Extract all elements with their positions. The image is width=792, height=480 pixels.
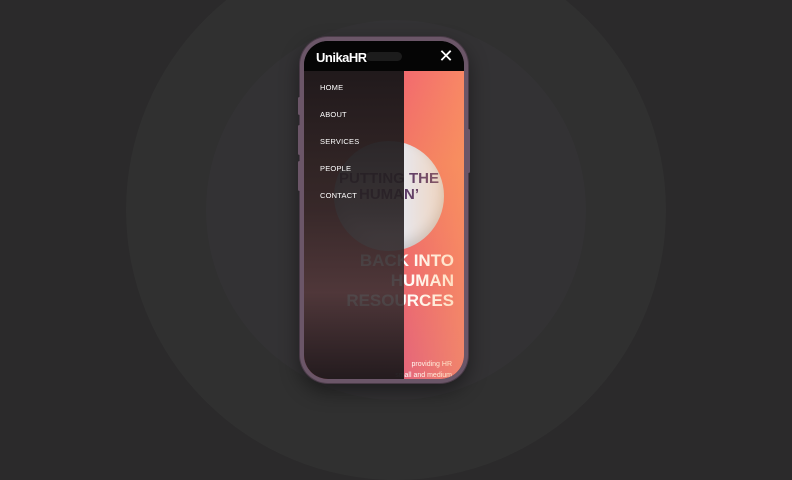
menu-item-people[interactable]: PEOPLE: [320, 164, 351, 173]
phone-screen: UnikaHR ✕ PUTTING THE HUMAN’ BACK INTO H…: [304, 41, 464, 379]
menu-item-contact[interactable]: CONTACT: [320, 191, 357, 200]
phone-mockup: UnikaHR ✕ PUTTING THE HUMAN’ BACK INTO H…: [298, 37, 470, 383]
phone-volume-down-button: [298, 161, 301, 191]
nav-menu: HOME ABOUT SERVICES PEOPLE CONTACT: [304, 71, 404, 379]
phone-side-button: [298, 97, 301, 115]
phone-volume-up-button: [298, 125, 301, 155]
close-icon[interactable]: ✕: [436, 45, 456, 67]
menu-item-home[interactable]: HOME: [320, 83, 343, 92]
menu-item-about[interactable]: ABOUT: [320, 110, 347, 119]
menu-item-services[interactable]: SERVICES: [320, 137, 359, 146]
phone-power-button: [467, 129, 470, 173]
dynamic-island: [366, 52, 402, 61]
site-logo[interactable]: UnikaHR: [316, 50, 367, 65]
